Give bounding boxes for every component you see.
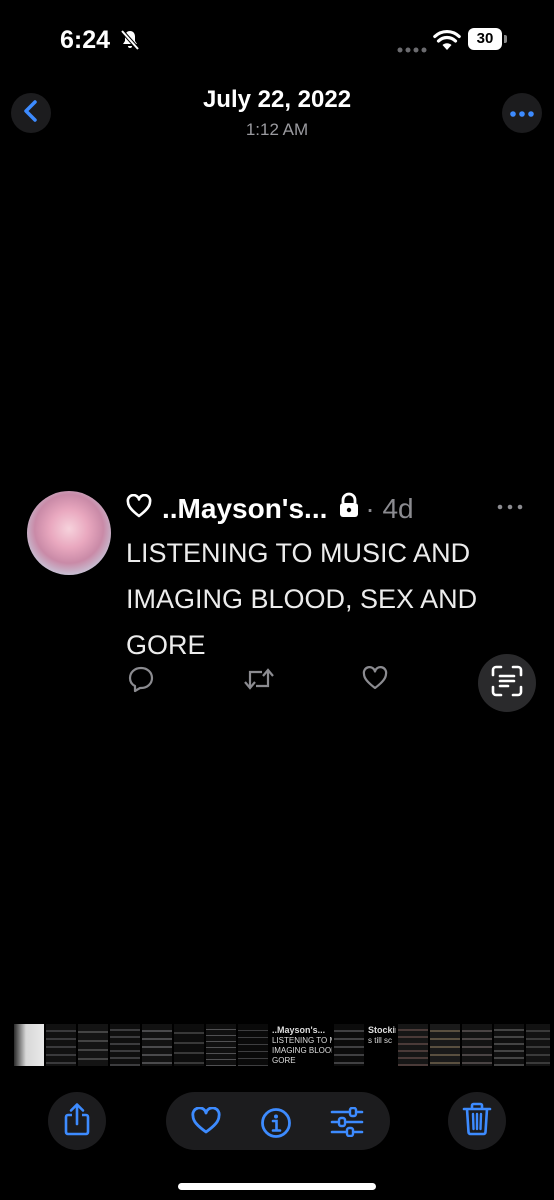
retweet-icon [243,665,275,698]
ellipsis-icon [510,104,534,122]
bell-slash-icon [118,28,142,57]
photo-filmstrip[interactable]: ..Mayson's... LISTENING TO MU IMAGING BL… [14,1024,552,1066]
thumbnail[interactable] [238,1024,268,1066]
thumbnail[interactable] [462,1024,492,1066]
like-icon [361,665,389,696]
live-text-button[interactable] [478,654,536,712]
text-scan-icon [490,664,524,703]
thumbnail[interactable] [142,1024,172,1066]
thumbnail[interactable]: Stockin s till sc [366,1024,396,1066]
tweet-age: · 4d [365,492,414,524]
trash-icon [462,1102,492,1141]
thumbnail[interactable] [78,1024,108,1066]
thumbnail[interactable] [206,1024,236,1066]
photo-time: 1:12 AM [245,120,309,139]
thumbnail-caption: Stockin s till sc [368,1025,396,1045]
adjust-sliders-icon[interactable] [330,1106,364,1142]
thumbnail-caption: ..Mayson's... LISTENING TO MU IMAGING BL… [272,1025,332,1065]
thumbnail[interactable] [46,1024,76,1066]
favorite-heart-icon[interactable] [190,1106,222,1140]
share-icon [62,1102,92,1141]
reply-icon [127,665,155,698]
home-indicator[interactable] [178,1183,376,1190]
avatar [27,491,111,575]
tweet-display-name: ..Mayson's... [162,492,328,524]
more-dots-icon [497,497,523,515]
thumbnail[interactable] [110,1024,140,1066]
heart-outline-icon [126,493,152,525]
status-bar: 6:24 30 [0,0,554,80]
battery-icon: 30 [468,28,508,52]
info-icon[interactable] [260,1107,292,1144]
action-pill [166,1092,390,1150]
signal-dots-icon [397,40,427,58]
thumbnail[interactable] [334,1024,364,1066]
status-time: 6:24 [60,26,111,54]
tweet-header: ..Mayson's... · 4d [126,492,414,525]
photo-date: July 22, 2022 [202,86,352,113]
more-options-button[interactable] [502,93,542,133]
thumbnail[interactable] [14,1024,44,1066]
lock-icon [337,492,361,525]
battery-level: 30 [476,30,494,47]
thumbnail-selected[interactable]: ..Mayson's... LISTENING TO MU IMAGING BL… [270,1024,332,1066]
share-button[interactable] [48,1092,106,1150]
tweet-text: LISTENING TO MUSIC AND IMAGING BLOOD, SE… [126,538,478,660]
thumbnail[interactable] [174,1024,204,1066]
thumbnail[interactable] [494,1024,524,1066]
delete-button[interactable] [448,1092,506,1150]
thumbnail[interactable] [526,1024,550,1066]
wifi-icon [433,29,461,56]
thumbnail[interactable] [430,1024,460,1066]
thumbnail[interactable] [398,1024,428,1066]
